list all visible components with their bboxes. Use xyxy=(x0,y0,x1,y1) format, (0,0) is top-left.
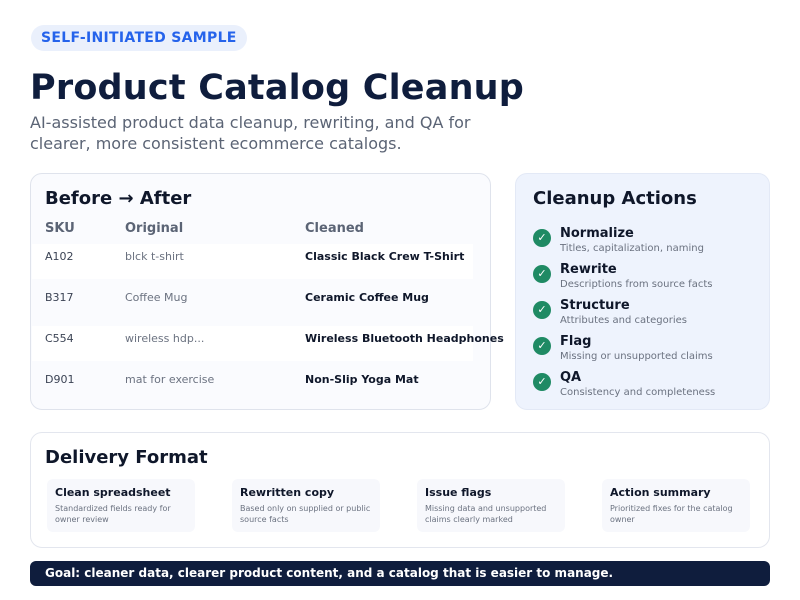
sku-cell: B317 xyxy=(45,291,74,304)
action-title: Rewrite xyxy=(560,262,617,277)
cleaned-column-header: Cleaned xyxy=(305,221,364,236)
before-after-title: Before → After xyxy=(45,188,192,209)
cleanup-actions-card: Cleanup Actions ✓ Normalize Titles, capi… xyxy=(515,173,770,410)
action-description: Attributes and categories xyxy=(560,315,687,326)
action-title: Normalize xyxy=(560,226,634,241)
table-row: C554 wireless hdp... Wireless Bluetooth … xyxy=(32,326,504,361)
delivery-item-description: Standardized fields ready for owner revi… xyxy=(55,504,171,524)
sku-cell: C554 xyxy=(45,332,74,345)
table-row: B317 Coffee Mug Ceramic Coffee Mug xyxy=(32,285,473,320)
check-circle-icon: ✓ xyxy=(533,265,551,283)
delivery-item-summary: Action summary Prioritized fixes for the… xyxy=(602,479,750,532)
action-title: Flag xyxy=(560,334,592,349)
delivery-item-spreadsheet: Clean spreadsheet Standardized fields re… xyxy=(47,479,195,532)
action-item-normalize: ✓ Normalize Titles, capitalization, nami… xyxy=(533,226,763,260)
original-cell: mat for exercise xyxy=(125,373,215,386)
delivery-item-copy: Rewritten copy Based only on supplied or… xyxy=(232,479,380,532)
check-circle-icon: ✓ xyxy=(533,229,551,247)
table-row: D901 mat for exercise Non-Slip Yoga Mat xyxy=(32,367,473,402)
action-description: Missing or unsupported claims xyxy=(560,351,713,362)
before-after-card: Before → After SKU Original Cleaned A102… xyxy=(30,173,504,410)
cleaned-cell: Classic Black Crew T-Shirt xyxy=(305,250,465,263)
delivery-item-title: Clean spreadsheet xyxy=(55,486,171,499)
action-title: QA xyxy=(560,370,582,385)
action-description: Consistency and completeness xyxy=(560,387,716,398)
original-cell: blck t-shirt xyxy=(125,250,184,263)
delivery-item-title: Action summary xyxy=(610,486,711,499)
delivery-item-title: Issue flags xyxy=(425,486,492,499)
delivery-item-description: Prioritized fixes for the catalog owner xyxy=(610,504,733,524)
action-description: Titles, capitalization, naming xyxy=(560,243,704,254)
action-item-qa: ✓ QA Consistency and completeness xyxy=(533,370,763,404)
delivery-format-title: Delivery Format xyxy=(45,447,208,468)
goal-banner: Goal: cleaner data, clearer product cont… xyxy=(30,561,770,586)
action-item-structure: ✓ Structure Attributes and categories xyxy=(533,298,763,332)
action-item-rewrite: ✓ Rewrite Descriptions from source facts xyxy=(533,262,763,296)
sku-cell: A102 xyxy=(45,250,74,263)
sku-column-header: SKU xyxy=(45,221,75,236)
check-circle-icon: ✓ xyxy=(533,337,551,355)
cleaned-cell: Ceramic Coffee Mug xyxy=(305,291,429,304)
check-circle-icon: ✓ xyxy=(533,373,551,391)
action-item-flag: ✓ Flag Missing or unsupported claims xyxy=(533,334,763,368)
cleaned-cell: Non-Slip Yoga Mat xyxy=(305,373,419,386)
delivery-item-title: Rewritten copy xyxy=(240,486,335,499)
cleaned-cell: Wireless Bluetooth Headphones xyxy=(305,332,504,345)
delivery-item-description: Missing data and unsupported claims clea… xyxy=(425,504,547,524)
delivery-format-card: Delivery Format Clean spreadsheet Standa… xyxy=(30,432,770,548)
page-subtitle: AI-assisted product data cleanup, rewrit… xyxy=(30,113,471,153)
delivery-item-description: Based only on supplied or public source … xyxy=(240,504,371,524)
action-description: Descriptions from source facts xyxy=(560,279,713,290)
page-title: Product Catalog Cleanup xyxy=(30,68,525,108)
table-row: A102 blck t-shirt Classic Black Crew T-S… xyxy=(32,244,473,279)
check-circle-icon: ✓ xyxy=(533,301,551,319)
sku-cell: D901 xyxy=(45,373,75,386)
delivery-item-flags: Issue flags Missing data and unsupported… xyxy=(417,479,565,532)
original-column-header: Original xyxy=(125,221,184,236)
original-cell: Coffee Mug xyxy=(125,291,188,304)
action-title: Structure xyxy=(560,298,630,313)
cleanup-actions-title: Cleanup Actions xyxy=(533,188,697,209)
original-cell: wireless hdp... xyxy=(125,332,205,345)
sample-badge: SELF-INITIATED SAMPLE xyxy=(31,25,247,51)
